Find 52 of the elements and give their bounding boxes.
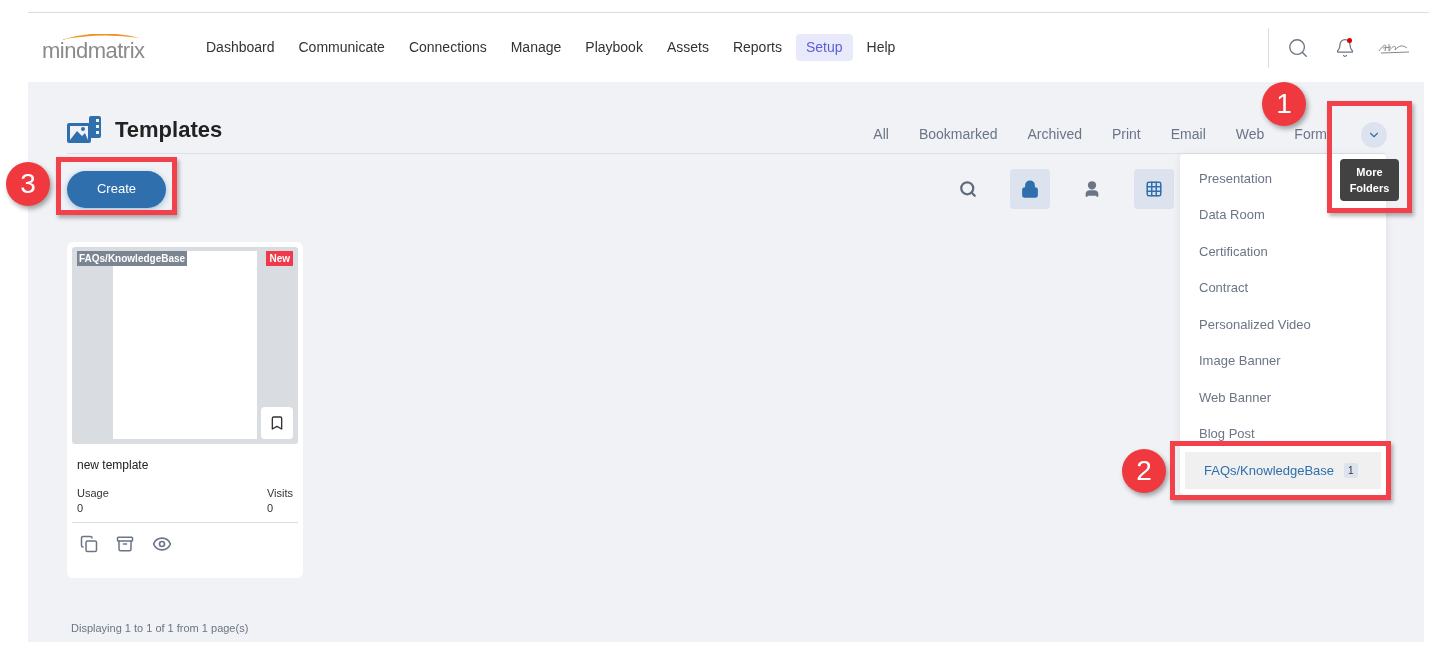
folder-menu-item[interactable]: Blog Post <box>1180 415 1386 452</box>
grid-icon <box>1145 180 1163 198</box>
nav-item[interactable]: Assets <box>656 34 719 61</box>
folder-menu-item[interactable]: Web Banner <box>1180 379 1386 416</box>
folder-tag: FAQs/KnowledgeBase <box>77 251 188 266</box>
search-icon[interactable] <box>1287 36 1309 59</box>
archive-icon[interactable] <box>116 535 134 553</box>
nav-item[interactable]: Manage <box>500 34 572 61</box>
nav-item[interactable]: Dashboard <box>196 34 285 61</box>
logo-arc-icon <box>60 33 140 40</box>
folder-tab[interactable]: Archived <box>1027 124 1082 145</box>
pagination-text: Displaying 1 to 1 of 1 from 1 page(s) <box>70 621 250 636</box>
nav-item[interactable]: Help <box>856 34 906 61</box>
templates-icon <box>67 115 101 144</box>
more-folders-tooltip: More Folders <box>1340 159 1399 201</box>
person-icon <box>1083 180 1101 198</box>
card-title: new template <box>77 457 150 474</box>
lock-toggle[interactable] <box>1010 169 1050 209</box>
folder-tab[interactable]: Web <box>1235 124 1265 145</box>
page-title: Templates <box>115 116 223 144</box>
logo-text: mindmatrix <box>42 39 145 62</box>
bell-icon[interactable] <box>1335 37 1355 58</box>
bookmark-icon <box>269 415 285 431</box>
grid-toggle[interactable] <box>1134 169 1174 209</box>
folder-tab[interactable]: Form <box>1294 124 1327 145</box>
folder-tab[interactable]: Email <box>1170 124 1206 145</box>
folder-tab[interactable]: Bookmarked <box>918 124 998 145</box>
folder-menu-item[interactable]: Contract <box>1180 269 1386 306</box>
count-badge: 1 <box>1344 462 1358 478</box>
folder-menu-item[interactable]: Certification <box>1180 233 1386 270</box>
folder-tab[interactable]: Print <box>1111 124 1141 145</box>
visits-value: 0 <box>266 501 275 516</box>
nav-item[interactable]: Playbook <box>575 34 653 61</box>
nav-item[interactable]: Connections <box>398 34 497 61</box>
nav-item[interactable]: Setup <box>795 34 853 61</box>
search-icon <box>959 180 977 198</box>
visits-label: Visits <box>266 486 293 501</box>
create-button[interactable]: Create <box>67 170 166 208</box>
copy-icon[interactable] <box>80 535 98 553</box>
nav-item[interactable]: Reports <box>722 34 792 61</box>
folder-menu-item[interactable]: Image Banner <box>1180 342 1386 379</box>
bookmark-button[interactable] <box>261 407 293 439</box>
nav-item[interactable]: Communicate <box>288 34 395 61</box>
usage-value: 0 <box>77 501 85 516</box>
eye-icon[interactable] <box>152 534 172 554</box>
folder-menu-item[interactable]: FAQs/KnowledgeBase 1 <box>1185 452 1381 489</box>
folder-tab[interactable]: All <box>873 124 889 145</box>
folder-menu-item[interactable]: Personalized Video <box>1180 306 1386 343</box>
new-badge: New <box>266 251 293 266</box>
lock-icon <box>1021 180 1039 198</box>
usage-label: Usage <box>77 486 109 501</box>
step-marker: 3 <box>6 162 50 206</box>
